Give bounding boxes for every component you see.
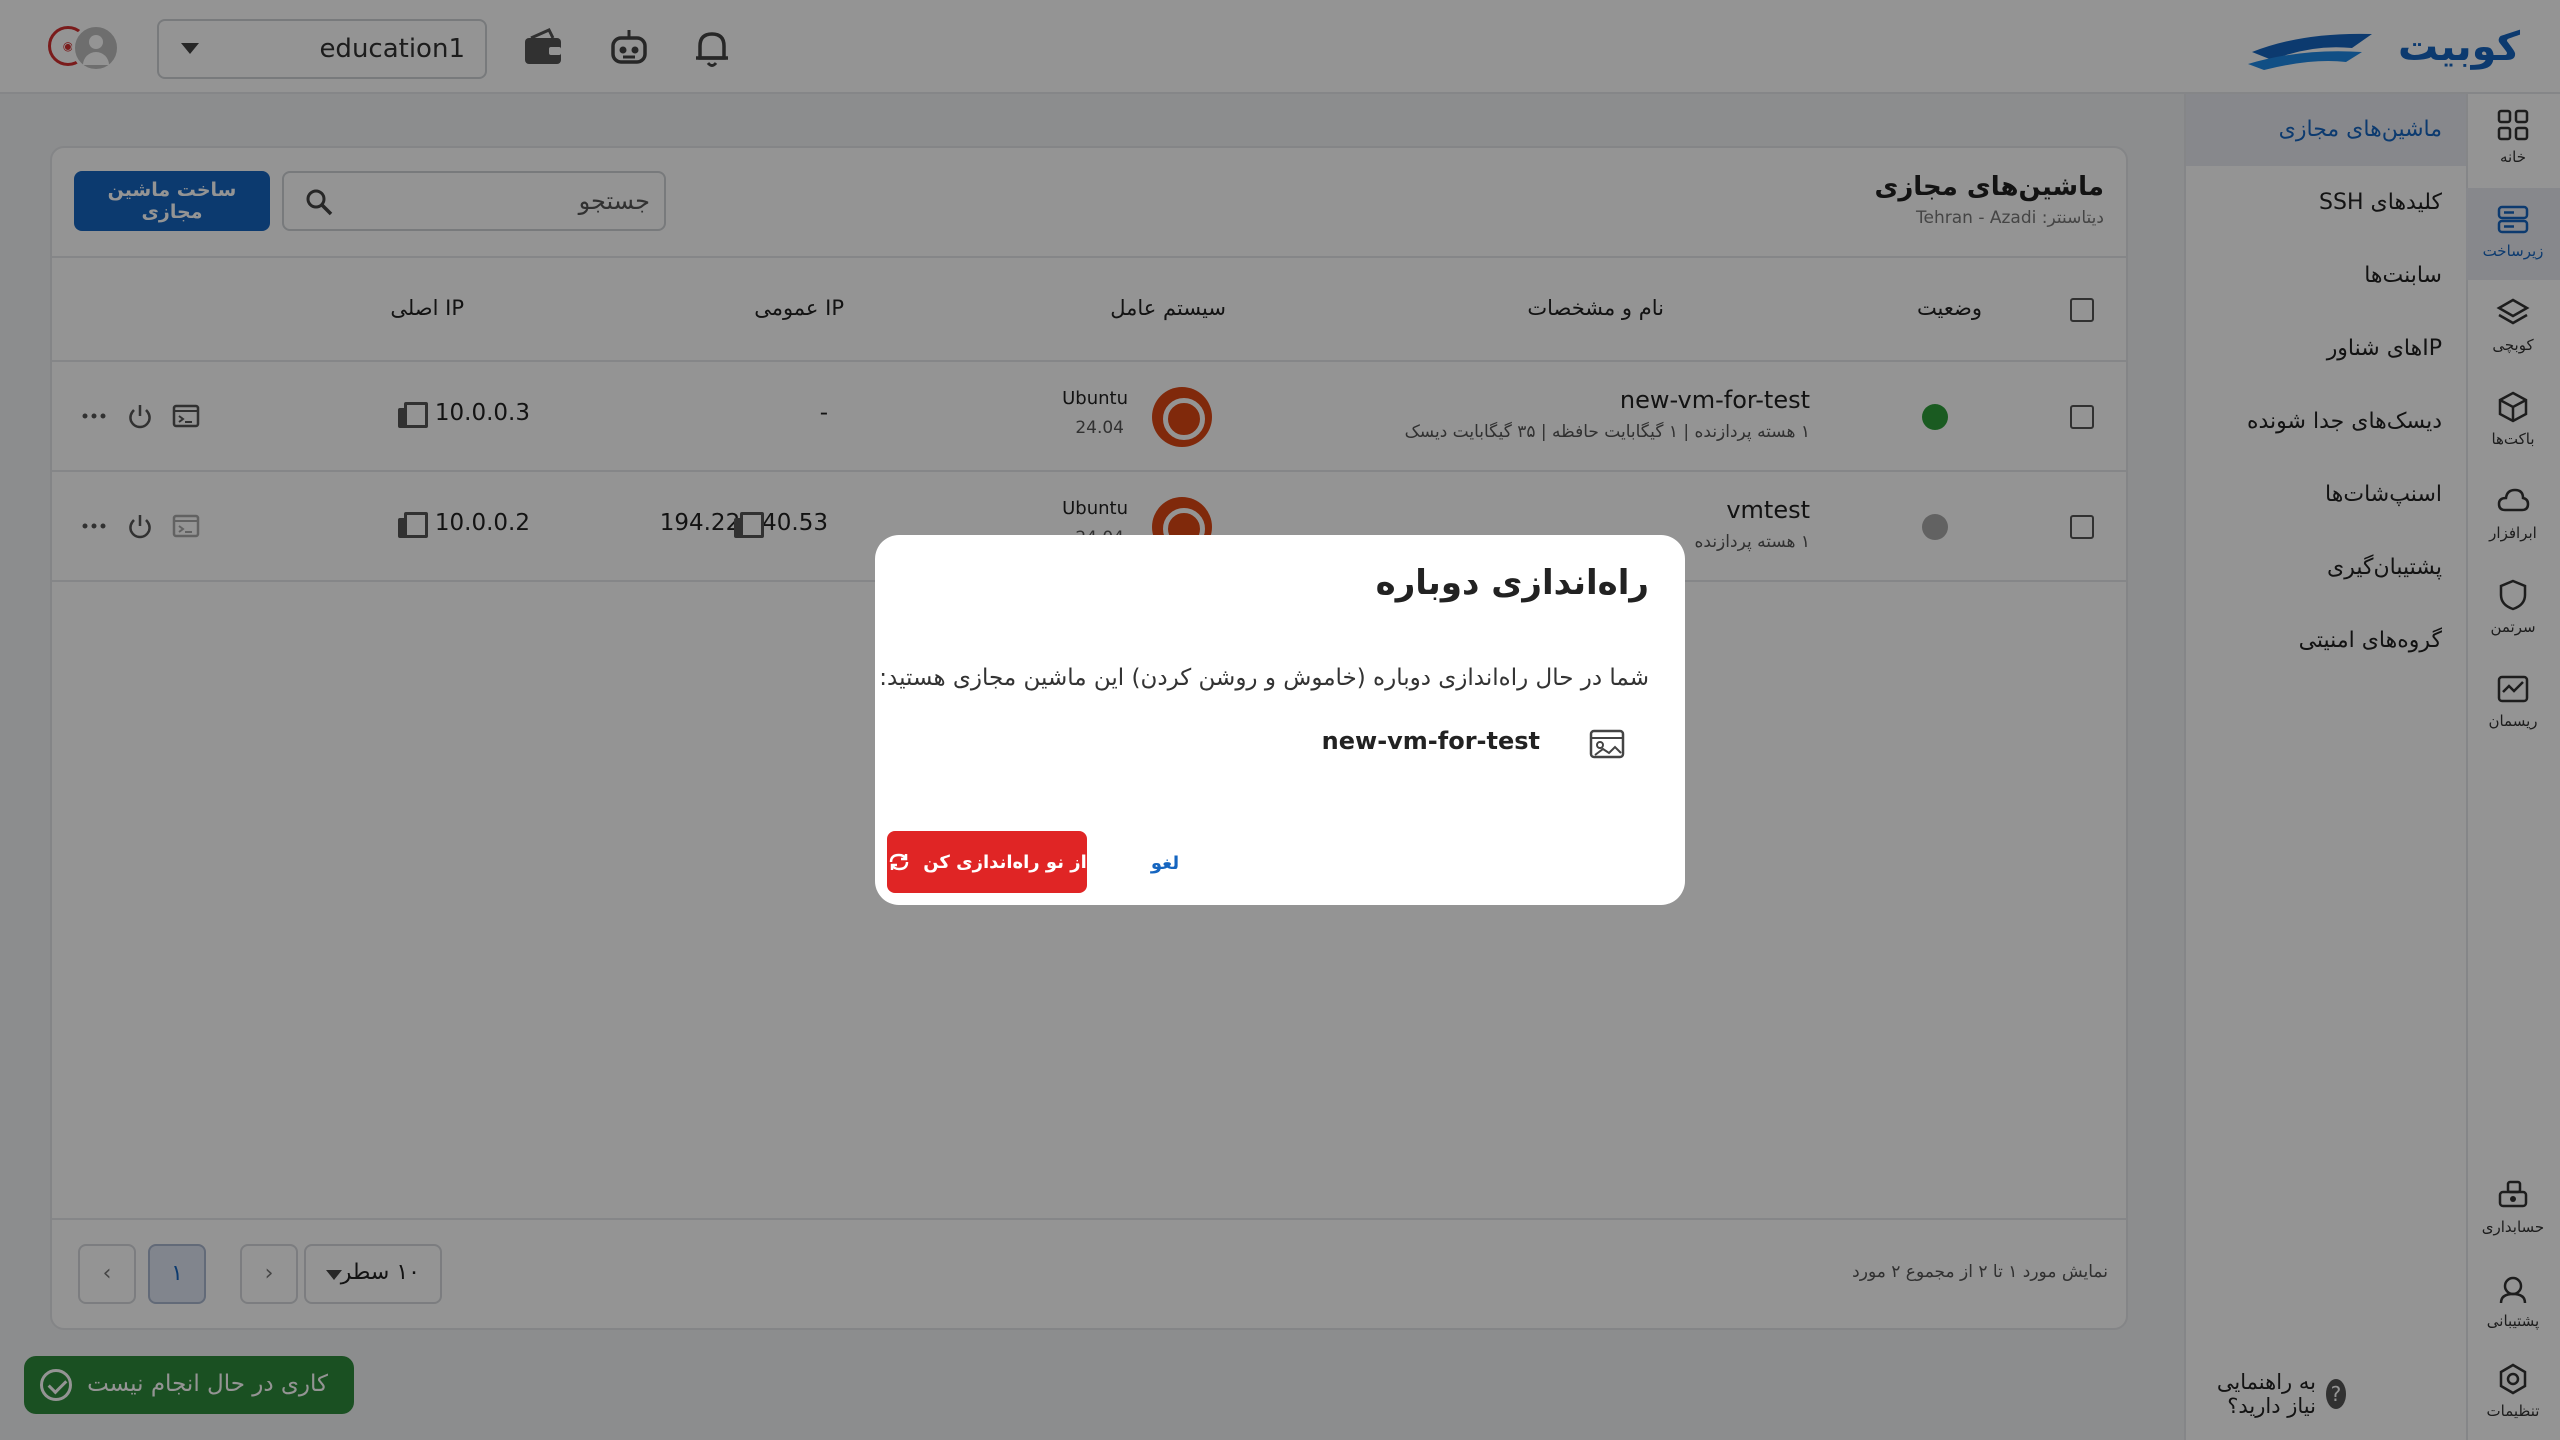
confirm-reboot-button[interactable]: از نو راه‌اندازی کن: [887, 831, 1087, 893]
vm-image-icon: [1589, 729, 1625, 759]
cancel-button[interactable]: لغو: [1125, 841, 1205, 885]
dialog-title: راه‌اندازی دوباره: [1375, 563, 1649, 603]
dialog-vm-name: new-vm-for-test: [1321, 727, 1540, 755]
dialog-message: شما در حال راه‌اندازی دوباره (خاموش و رو…: [879, 665, 1649, 691]
refresh-icon: [889, 853, 909, 871]
reboot-dialog: راه‌اندازی دوباره شما در حال راه‌اندازی …: [875, 535, 1685, 905]
confirm-reboot-label: از نو راه‌اندازی کن: [923, 851, 1087, 873]
